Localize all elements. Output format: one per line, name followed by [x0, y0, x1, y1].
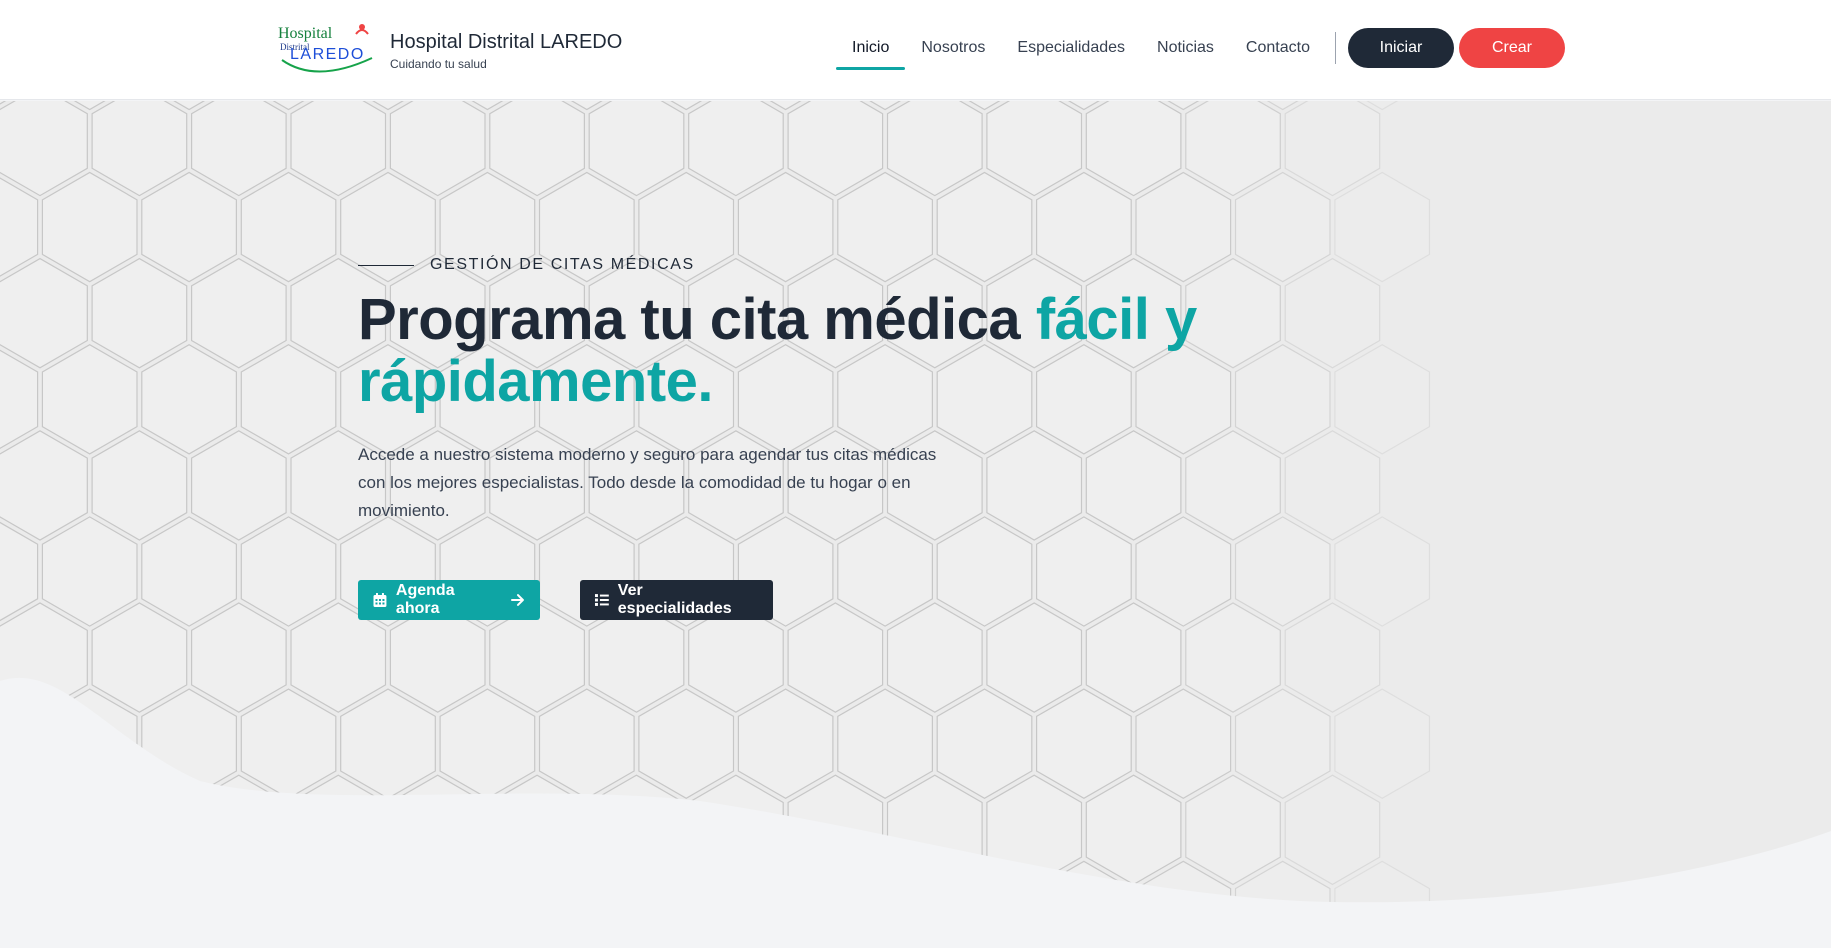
- list-icon: [594, 594, 609, 606]
- register-button[interactable]: Crear cuenta: [1459, 28, 1565, 96]
- calendar-icon: [373, 593, 387, 607]
- hospital-logo: Hospital Distrital LAREDO: [276, 20, 378, 80]
- eyebrow-line: [358, 264, 414, 266]
- main-nav: Inicio Nosotros Especialidades Noticias …: [836, 28, 1326, 70]
- view-specialties-label: Ver especialidades: [617, 582, 732, 617]
- arrow-right-icon: [511, 594, 525, 606]
- nav-item-noticias[interactable]: Noticias: [1141, 28, 1230, 68]
- brand-tagline: Cuidando tu salud: [390, 56, 487, 71]
- brand-name: Hospital Distrital LAREDO: [390, 30, 623, 53]
- hero-lead: Accede a nuestro sistema moderno y segur…: [358, 445, 937, 520]
- hero-eyebrow: GESTIÓN DE CITAS MÉDICAS: [358, 256, 695, 274]
- logo-word-hospital: Hospital: [278, 25, 333, 42]
- nav-item-especialidades[interactable]: Especialidades: [1001, 28, 1141, 68]
- hero-headline: Programa tu cita médica fácil y rápidame…: [358, 289, 1318, 413]
- brand[interactable]: Hospital Distrital LAREDO Hospital Distr…: [276, 20, 622, 80]
- nav-item-inicio[interactable]: Inicio: [836, 28, 906, 70]
- login-button[interactable]: Iniciar sesión: [1348, 28, 1454, 96]
- site-header: Hospital Distrital LAREDO Hospital Distr…: [0, 0, 1831, 100]
- schedule-now-label: Agenda ahora: [395, 582, 455, 617]
- view-specialties-button[interactable]: Ver especialidades: [580, 580, 773, 620]
- logo-word-laredo: LAREDO: [290, 46, 365, 63]
- nav-item-contacto[interactable]: Contacto: [1230, 28, 1326, 68]
- eyebrow-text: GESTIÓN DE CITAS MÉDICAS: [430, 256, 695, 273]
- schedule-now-button[interactable]: Agenda ahora: [358, 580, 540, 620]
- nav-item-nosotros[interactable]: Nosotros: [905, 28, 1001, 68]
- brand-text: Hospital Distrital LAREDO Cuidando tu sa…: [390, 30, 622, 71]
- nav-divider: [1335, 32, 1336, 64]
- hero-section: GESTIÓN DE CITAS MÉDICAS Programa tu cit…: [0, 101, 1831, 948]
- headline-plain: Programa tu cita médica: [358, 287, 1036, 352]
